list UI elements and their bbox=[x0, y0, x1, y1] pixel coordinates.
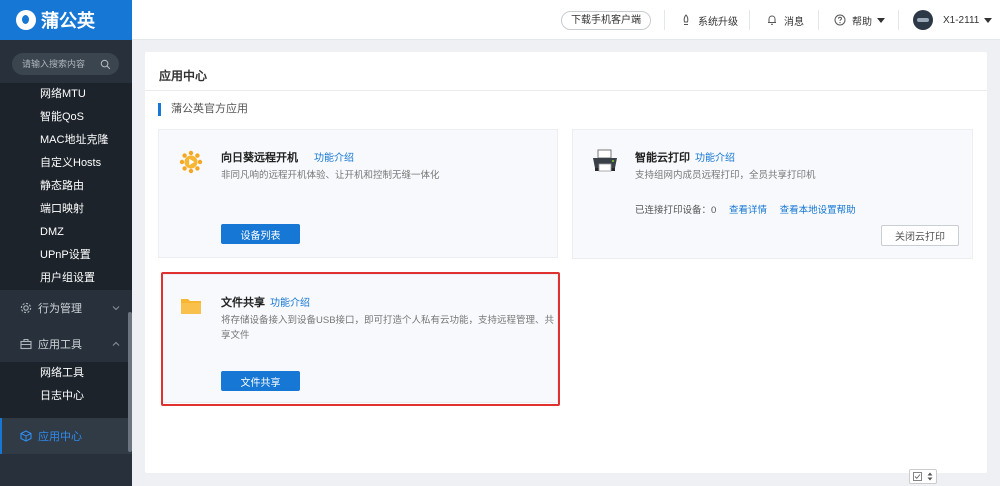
sidebar-menu: 网络MTU 智能QoS MAC地址克隆 自定义Hosts 静态路由 端口映射 D… bbox=[0, 83, 132, 454]
app-card-remote-boot: 向日葵远程开机 功能介绍 非同凡响的远程开机体验、让开机和控制无缝一体化 设备列… bbox=[158, 129, 558, 258]
sidebar-item-dmz[interactable]: DMZ bbox=[0, 221, 132, 244]
sidebar-item-network-tools[interactable]: 网络工具 bbox=[0, 362, 132, 385]
card-title: 智能云打印 bbox=[635, 152, 690, 164]
page-title: 应用中心 bbox=[159, 69, 208, 83]
sidebar-spacer bbox=[0, 408, 132, 418]
printer-count-label: 已连接打印设备： bbox=[635, 205, 712, 216]
top-bar: 下载手机客户端 系统升级 消息 帮助 X1-2111 bbox=[132, 0, 1000, 40]
highlight-box bbox=[161, 272, 560, 406]
section-heading: 蒲公英官方应用 bbox=[158, 103, 248, 116]
sidebar-item-label: 应用中心 bbox=[38, 431, 82, 443]
dandelion-logo-icon bbox=[16, 10, 36, 30]
rocket-icon bbox=[683, 14, 689, 25]
sort-arrows-icon bbox=[927, 472, 933, 481]
toolbox-icon bbox=[20, 339, 32, 350]
sidebar-search bbox=[12, 53, 119, 75]
floating-toolbar[interactable] bbox=[909, 469, 937, 484]
local-setup-help-link[interactable]: 查看本地设置帮助 bbox=[780, 205, 856, 216]
caret-down-icon bbox=[984, 17, 993, 23]
upgrade-label: 系统升级 bbox=[698, 16, 738, 28]
printer-count-value: 0 bbox=[711, 205, 717, 216]
device-avatar bbox=[913, 10, 933, 30]
chevron-up-icon bbox=[112, 341, 120, 346]
sidebar-item-mac-clone[interactable]: MAC地址克隆 bbox=[0, 129, 132, 152]
help-label: 帮助 bbox=[852, 16, 872, 28]
sidebar-item-port-mapping[interactable]: 端口映射 bbox=[0, 198, 132, 221]
checkbox-icon bbox=[912, 472, 922, 481]
printer-status: 已连接打印设备：0 查看详情 查看本地设置帮助 bbox=[635, 202, 856, 216]
card-description: 支持组网内成员远程打印，全员共享打印机 bbox=[635, 170, 816, 181]
brand-logo[interactable]: 蒲公英 bbox=[0, 0, 132, 40]
feature-intro-link[interactable]: 功能介绍 bbox=[695, 149, 735, 164]
sidebar-item-upnp[interactable]: UPnP设置 bbox=[0, 244, 132, 267]
device-menu[interactable]: X1-2111 bbox=[913, 0, 993, 40]
disable-cloud-print-button[interactable]: 关闭云打印 bbox=[881, 225, 959, 246]
gear-icon bbox=[20, 302, 32, 314]
sidebar-scrollbar[interactable] bbox=[128, 312, 132, 452]
sidebar-group-label: 行为管理 bbox=[38, 303, 82, 315]
divider bbox=[818, 10, 819, 30]
divider bbox=[145, 90, 987, 91]
caret-down-icon bbox=[877, 17, 885, 23]
divider bbox=[898, 10, 899, 30]
app-card-cloud-print: 智能云打印 功能介绍 支持组网内成员远程打印，全员共享打印机 已连接打印设备：0… bbox=[572, 129, 973, 259]
sidebar-item-mtu[interactable]: 网络MTU bbox=[0, 83, 132, 106]
view-details-link[interactable]: 查看详情 bbox=[729, 205, 767, 216]
chevron-down-icon bbox=[112, 306, 120, 311]
help-circle-icon bbox=[834, 14, 846, 26]
messages-label: 消息 bbox=[784, 16, 804, 28]
sidebar-item-log-center[interactable]: 日志中心 bbox=[0, 385, 132, 408]
cube-icon bbox=[20, 430, 32, 442]
sidebar-item-hosts[interactable]: 自定义Hosts bbox=[0, 152, 132, 175]
sidebar-group-label: 应用工具 bbox=[38, 339, 82, 351]
sunflower-icon bbox=[179, 150, 203, 174]
sidebar-item-user-group[interactable]: 用户组设置 bbox=[0, 267, 132, 290]
sidebar-group-tools[interactable]: 应用工具 bbox=[0, 326, 132, 362]
system-upgrade-link[interactable]: 系统升级 bbox=[680, 0, 738, 40]
card-description: 非同凡响的远程开机体验、让开机和控制无缝一体化 bbox=[221, 170, 440, 181]
sidebar-item-static-route[interactable]: 静态路由 bbox=[0, 175, 132, 198]
feature-intro-link[interactable]: 功能介绍 bbox=[314, 149, 354, 164]
download-client-button[interactable]: 下载手机客户端 bbox=[561, 11, 651, 30]
card-title: 向日葵远程开机 bbox=[221, 152, 298, 164]
divider bbox=[664, 10, 665, 30]
search-input[interactable] bbox=[22, 59, 96, 69]
sidebar-group-behavior[interactable]: 行为管理 bbox=[0, 290, 132, 326]
device-label: X1-2111 bbox=[943, 14, 980, 26]
search-icon[interactable] bbox=[100, 59, 111, 70]
brand-name: 蒲公英 bbox=[41, 11, 95, 31]
main-panel: 应用中心 蒲公英官方应用 向日葵远程开机 功能介绍 非同凡响的远程开机体验、让开… bbox=[145, 52, 987, 473]
messages-link[interactable]: 消息 bbox=[766, 0, 804, 40]
device-list-button[interactable]: 设备列表 bbox=[221, 224, 300, 244]
divider bbox=[749, 10, 750, 30]
sidebar: 蒲公英 网络MTU 智能QoS MAC地址克隆 自定义Hosts 静态路由 端口… bbox=[0, 0, 132, 486]
sidebar-item-app-center[interactable]: 应用中心 bbox=[0, 418, 132, 454]
bell-icon bbox=[768, 15, 776, 25]
help-menu[interactable]: 帮助 bbox=[834, 0, 885, 40]
printer-icon bbox=[593, 149, 617, 172]
sidebar-item-qos[interactable]: 智能QoS bbox=[0, 106, 132, 129]
